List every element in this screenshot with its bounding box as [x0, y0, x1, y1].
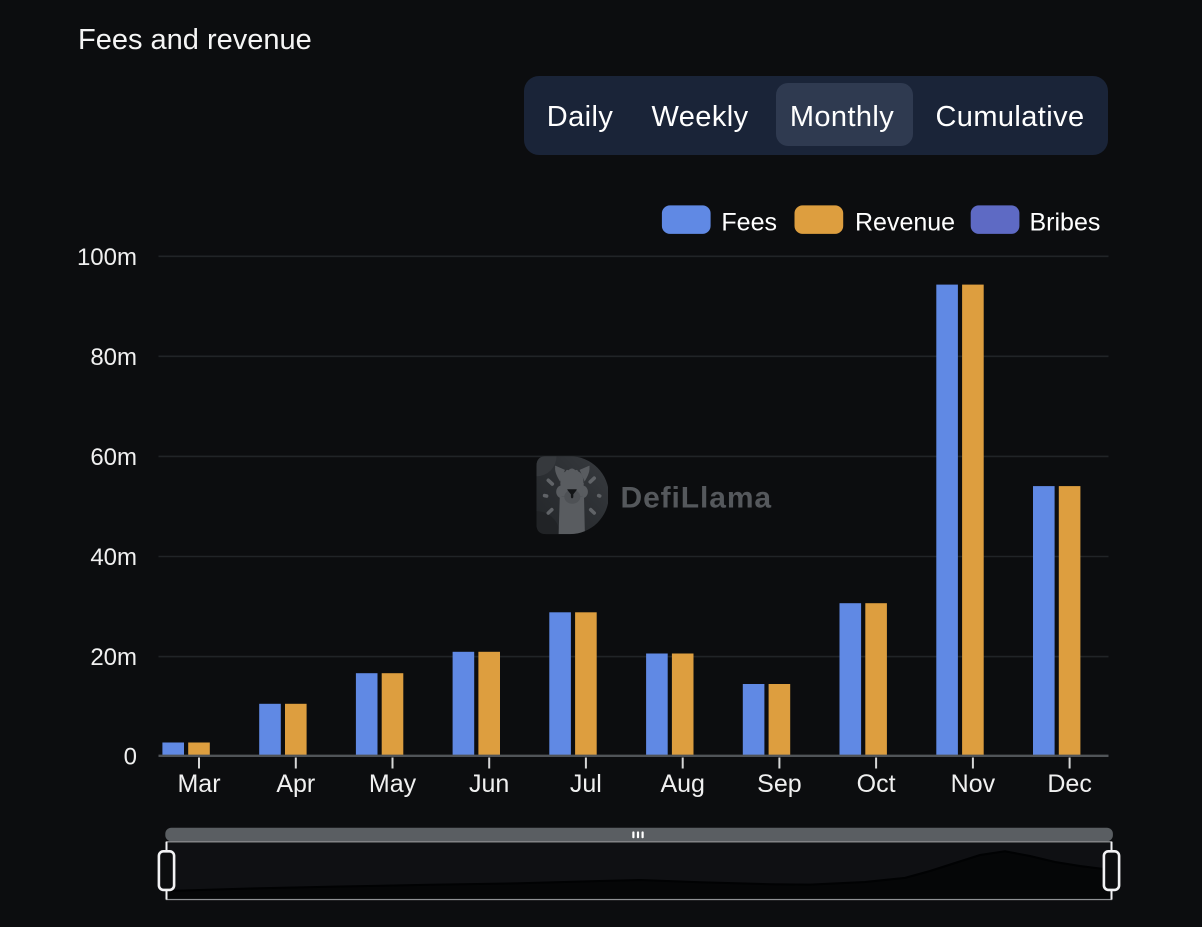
svg-text:Oct: Oct	[857, 770, 896, 798]
svg-text:Fees and revenue: Fees and revenue	[78, 24, 312, 56]
svg-text:40m: 40m	[90, 544, 137, 571]
svg-text:Sep: Sep	[757, 770, 801, 798]
svg-text:80m: 80m	[90, 344, 137, 371]
svg-text:Mar: Mar	[177, 770, 220, 798]
svg-text:Cumulative: Cumulative	[935, 101, 1084, 133]
svg-text:Nov: Nov	[951, 770, 996, 798]
svg-text:Aug: Aug	[660, 770, 704, 798]
svg-text:Bribes: Bribes	[1030, 208, 1101, 236]
svg-text:Jul: Jul	[570, 770, 602, 798]
svg-text:Apr: Apr	[276, 770, 315, 798]
svg-text:Revenue: Revenue	[855, 208, 955, 236]
svg-text:DefiLlama: DefiLlama	[621, 482, 772, 515]
svg-text:Fees: Fees	[721, 208, 777, 236]
svg-text:20m: 20m	[90, 644, 137, 671]
svg-text:100m: 100m	[77, 244, 137, 271]
svg-text:60m: 60m	[90, 444, 137, 471]
svg-text:0: 0	[124, 743, 137, 770]
svg-text:Monthly: Monthly	[790, 101, 894, 133]
svg-text:Dec: Dec	[1047, 770, 1091, 798]
svg-text:Jun: Jun	[469, 770, 509, 798]
svg-text:Daily: Daily	[547, 101, 614, 133]
svg-text:May: May	[369, 770, 417, 798]
svg-text:Weekly: Weekly	[652, 101, 749, 133]
